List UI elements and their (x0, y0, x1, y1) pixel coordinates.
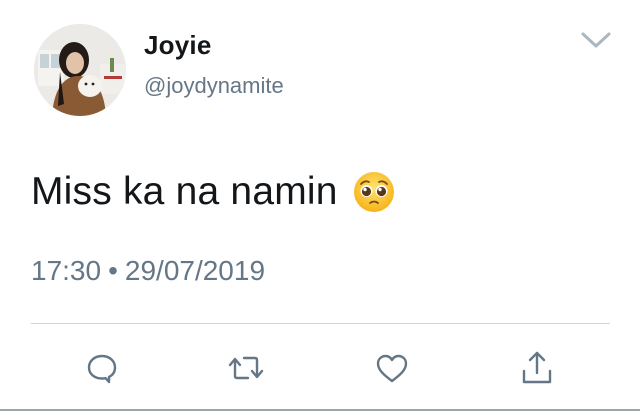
like-button[interactable] (370, 346, 414, 390)
separator-dot: • (108, 255, 118, 286)
pleading-face-emoji (352, 170, 396, 214)
reply-icon (87, 354, 117, 384)
retweet-button[interactable] (224, 346, 268, 390)
share-button[interactable] (515, 346, 559, 390)
bottom-border (0, 409, 640, 411)
retweet-icon (228, 356, 264, 380)
avatar[interactable] (34, 24, 126, 116)
action-bar (0, 346, 640, 390)
divider (31, 323, 610, 324)
tweet-time: 17:30 (31, 255, 102, 286)
chevron-down-icon[interactable] (580, 30, 612, 50)
share-icon (522, 351, 552, 384)
avatar-photo (34, 24, 126, 116)
reply-button[interactable] (80, 346, 124, 390)
heart-icon (376, 354, 408, 383)
tweet-card: Joyie @joydynamite Miss ka na namin 17:3… (0, 0, 640, 415)
tweet-body: Miss ka na namin (31, 170, 396, 214)
tweet-timestamp[interactable]: 17:30 • 29/07/2019 (31, 255, 265, 287)
user-handle[interactable]: @joydynamite (144, 73, 284, 99)
display-name[interactable]: Joyie (144, 30, 212, 61)
tweet-text: Miss ka na namin (31, 170, 338, 213)
tweet-date: 29/07/2019 (124, 255, 266, 286)
